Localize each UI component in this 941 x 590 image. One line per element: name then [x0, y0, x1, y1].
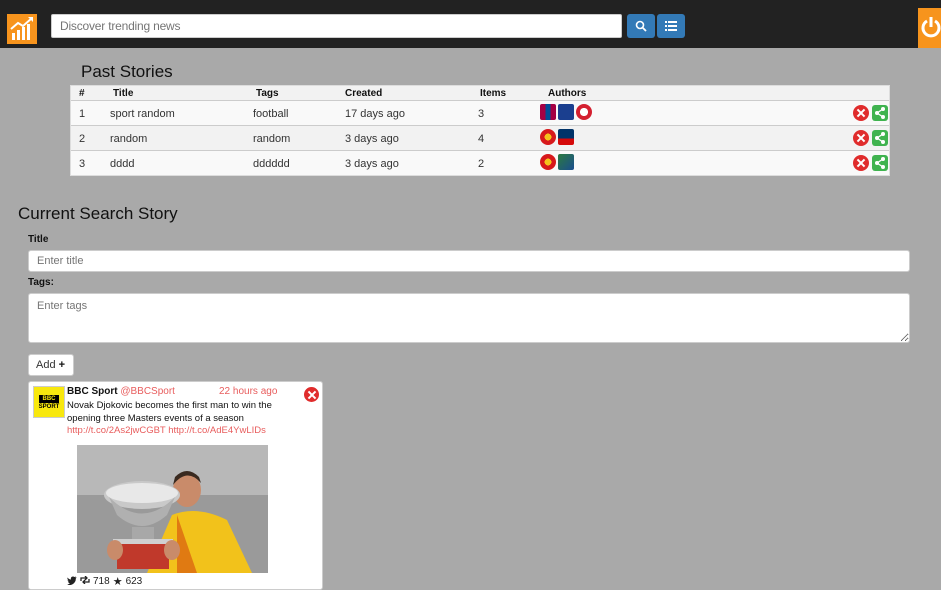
tweet-timestamp[interactable]: 22 hours ago: [219, 386, 277, 397]
tweet-author-handle[interactable]: @BBCSport: [120, 386, 175, 397]
author-avatar[interactable]: [540, 154, 556, 170]
author-avatar[interactable]: [540, 129, 556, 145]
tweet-links[interactable]: http://t.co/2As2jwCGBT http://t.co/AdE4Y…: [67, 425, 266, 436]
plus-icon: +: [58, 359, 66, 371]
row-tags: dddddd: [253, 158, 290, 170]
twitter-bird-icon[interactable]: [67, 576, 77, 588]
row-created: 3 days ago: [345, 133, 399, 145]
favorite-count: 623: [125, 576, 143, 587]
table-row[interactable]: 1 sport random football 17 days ago 3: [71, 100, 889, 125]
row-actions: [853, 155, 888, 171]
search-button[interactable]: [627, 14, 655, 38]
author-avatar[interactable]: [558, 104, 574, 120]
row-authors: [540, 104, 592, 120]
star-icon[interactable]: ★: [113, 575, 123, 588]
table-header: # Title Tags Created Items Authors: [71, 86, 889, 100]
row-number: 3: [79, 158, 86, 170]
power-icon[interactable]: [918, 8, 941, 48]
avatar-text-bottom: SPORT: [38, 404, 60, 410]
top-navbar: [0, 0, 941, 48]
row-number: 1: [79, 108, 86, 120]
column-header: Items: [480, 88, 507, 99]
author-avatar[interactable]: [558, 129, 574, 145]
row-created: 3 days ago: [345, 158, 399, 170]
row-created: 17 days ago: [345, 108, 405, 120]
column-header: Authors: [548, 88, 587, 99]
retweet-icon[interactable]: [80, 575, 90, 587]
past-stories-heading: Past Stories: [81, 62, 173, 81]
row-title: dddd: [110, 158, 135, 170]
tweet-header: BBC Sport @BBCSport: [67, 386, 175, 397]
row-tags: football: [253, 108, 289, 120]
author-avatar[interactable]: [576, 104, 592, 120]
tweet-card: BBC SPORT BBC Sport @BBCSport 22 hours a…: [28, 381, 323, 590]
row-title: random: [110, 133, 148, 145]
app-logo-icon[interactable]: [7, 14, 37, 44]
list-view-button[interactable]: [657, 14, 685, 38]
current-story-heading: Current Search Story: [18, 204, 178, 223]
retweet-count: 718: [93, 576, 110, 587]
row-tags: random: [253, 133, 291, 145]
column-header: Tags: [256, 88, 279, 99]
row-items: 2: [478, 158, 485, 170]
row-number: 2: [79, 133, 86, 145]
delete-icon[interactable]: [853, 105, 869, 121]
column-header: Title: [113, 88, 134, 99]
add-button[interactable]: Add +: [28, 354, 74, 376]
delete-icon[interactable]: [853, 155, 869, 171]
search-input[interactable]: [51, 14, 622, 38]
row-items: 4: [478, 133, 485, 145]
row-authors: [540, 129, 574, 145]
row-actions: [853, 105, 888, 121]
tags-textarea[interactable]: [28, 293, 910, 343]
past-stories-table: # Title Tags Created Items Authors 1 spo…: [70, 85, 890, 176]
table-row[interactable]: 3 dddd dddddd 3 days ago 2: [71, 150, 889, 175]
share-icon[interactable]: [872, 105, 888, 121]
column-header: #: [79, 88, 85, 99]
title-input[interactable]: [28, 250, 910, 272]
share-icon[interactable]: [872, 155, 888, 171]
tweet-photo[interactable]: [77, 445, 268, 573]
remove-tweet-icon[interactable]: [304, 387, 319, 402]
avatar-text-top: BBC: [39, 395, 59, 403]
column-header: Created: [345, 88, 383, 99]
tweet-author-name[interactable]: BBC Sport: [67, 386, 118, 397]
row-actions: [853, 130, 888, 146]
table-row[interactable]: 2 random random 3 days ago 4: [71, 125, 889, 150]
row-title: sport random: [110, 108, 175, 120]
bbc-sport-avatar[interactable]: BBC SPORT: [33, 386, 65, 418]
add-button-label: Add: [36, 359, 56, 371]
tags-label: Tags:: [28, 277, 54, 288]
share-icon[interactable]: [872, 130, 888, 146]
delete-icon[interactable]: [853, 130, 869, 146]
tweet-stats: 718 ★ 623: [67, 575, 142, 588]
row-authors: [540, 154, 574, 170]
row-items: 3: [478, 108, 485, 120]
title-label: Title: [28, 234, 49, 245]
tweet-text: Novak Djokovic becomes the first man to …: [67, 400, 272, 424]
author-avatar[interactable]: [558, 154, 574, 170]
author-avatar[interactable]: [540, 104, 556, 120]
